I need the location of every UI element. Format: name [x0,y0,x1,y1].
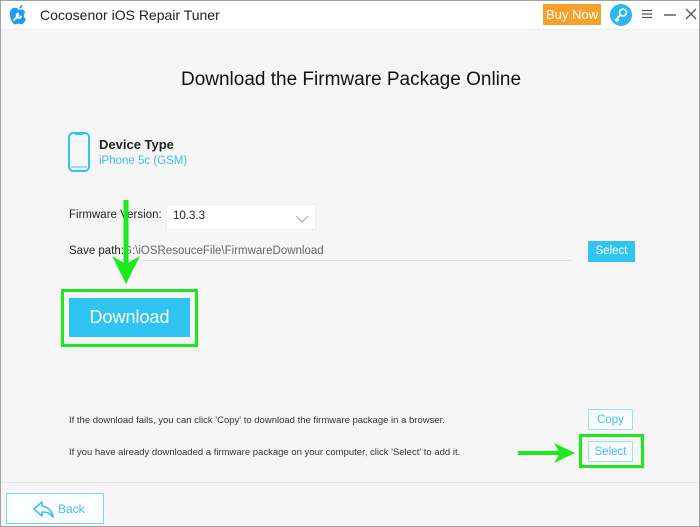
app-window: Cocosenor iOS Repair Tuner Buy Now Downl… [0,0,700,527]
select-local-firmware-button[interactable]: Select [588,441,633,462]
back-label: Back [58,502,85,516]
save-path-underline [123,260,571,261]
minimize-icon [661,10,679,27]
right-arrow-annotation-icon [518,443,576,468]
menu-button[interactable] [638,5,656,23]
close-button[interactable] [682,5,700,23]
back-button[interactable]: Back [6,493,104,524]
device-type-value: iPhone 5c (GSM) [99,155,188,167]
title-bar: Cocosenor iOS Repair Tuner Buy Now [1,1,699,30]
chevron-down-icon [295,211,309,223]
device-type-label: Device Type [99,137,174,152]
close-icon [682,8,700,27]
save-path-field[interactable]: G:\iOSResouceFile\FirmwareDownload [123,245,324,257]
minimize-button[interactable] [661,5,679,23]
select-save-path-button[interactable]: Select [588,241,635,262]
phone-icon [68,132,90,172]
firmware-version-select[interactable]: 10.3.3 [166,204,316,230]
firmware-version-value: 10.3.3 [173,210,205,222]
register-button[interactable] [610,4,632,26]
app-title: Cocosenor iOS Repair Tuner [40,7,220,23]
copy-hint-text: If the download fails, you can click 'Co… [69,415,445,426]
back-arrow-icon [33,501,55,518]
buy-now-button[interactable]: Buy Now [543,4,601,25]
app-logo-icon [7,4,29,26]
key-icon [610,8,632,30]
copy-button[interactable]: Copy [588,409,633,430]
footer-divider [1,482,699,483]
down-arrow-annotation-icon [111,200,141,291]
menu-icon [638,9,656,27]
download-button[interactable]: Download [69,298,190,337]
page-title: Download the Firmware Package Online [180,69,522,90]
select-hint-text: If you have already downloaded a firmwar… [69,447,461,458]
